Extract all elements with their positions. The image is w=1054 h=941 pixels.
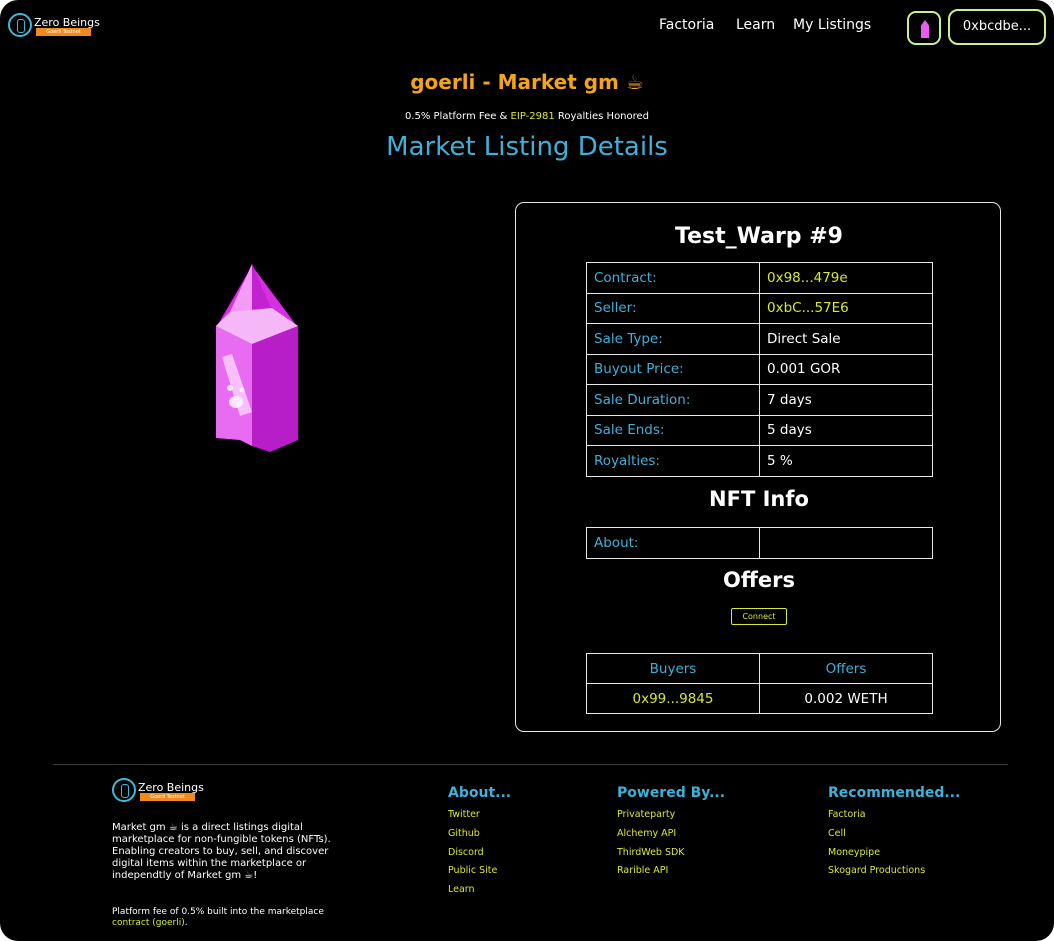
footer-link[interactable]: Cell xyxy=(828,828,960,847)
logo-icon xyxy=(8,13,32,37)
footer-link[interactable]: Learn xyxy=(448,884,511,903)
fee-line: 0.5% Platform Fee & EIP-2981 Royalties H… xyxy=(0,111,1054,122)
fee-text-prefix: Platform fee of 0.5% built into the mark… xyxy=(112,907,324,917)
detail-value: 0.001 GOR xyxy=(759,353,933,385)
logo-icon xyxy=(112,778,136,802)
detail-label: Buyout Price: xyxy=(586,353,760,385)
footer-col-recommended: Recommended... Factoria Cell Moneypipe S… xyxy=(828,785,960,884)
listing-card: Test_Warp #9 Contract: 0x98...479e Seller:… xyxy=(515,202,1001,732)
brand-tagline: Goerli Testnet xyxy=(36,28,91,36)
footer-about-text: Market gm ☕ is a direct listings digital… xyxy=(112,822,331,881)
detail-label: Sale Type: xyxy=(586,323,760,355)
about-label: About: xyxy=(586,527,760,559)
table-row: Royalties: 5 % xyxy=(586,445,933,477)
footer-col-title: About... xyxy=(448,785,512,801)
table-row: Sale Type: Direct Sale xyxy=(586,323,933,355)
footer-col-title: Recommended... xyxy=(828,785,961,801)
table-row: Sale Duration: 7 days xyxy=(586,384,933,416)
brand-tagline: Goerli Testnet xyxy=(140,793,195,801)
detail-label: Royalties: xyxy=(586,445,760,477)
nft-image xyxy=(215,262,299,452)
table-row: 0x99...9845 0.002 WETH xyxy=(586,683,933,714)
detail-label: Contract: xyxy=(586,262,760,294)
detail-value: Direct Sale xyxy=(759,323,933,355)
crystal-icon xyxy=(921,20,929,38)
col-header-offers: Offers xyxy=(759,653,933,684)
footer-link[interactable]: Github xyxy=(448,828,511,847)
brand-logo[interactable]: Zero Beings Goerli Testnet xyxy=(8,13,108,39)
detail-value: 7 days xyxy=(759,384,933,416)
detail-value: 5 days xyxy=(759,414,933,446)
fee-prefix: 0.5% Platform Fee & xyxy=(404,111,511,122)
listing-details-table: Contract: 0x98...479e Seller: 0xbC...57E6 Sa… xyxy=(586,262,933,477)
fee-suffix: Royalties Honored xyxy=(554,111,650,122)
fee-text-suffix: . xyxy=(184,918,188,928)
detail-value: 5 % xyxy=(759,445,933,477)
contract-link[interactable]: contract (goerli) xyxy=(112,918,185,928)
footer-link[interactable]: Public Site xyxy=(448,865,511,884)
nav-factoria[interactable]: Factoria xyxy=(659,17,714,33)
nft-info-table: About: xyxy=(586,527,933,559)
connect-button[interactable]: Connect xyxy=(731,608,787,625)
table-row: Buyout Price: 0.001 GOR xyxy=(586,353,933,385)
table-row: Contract: 0x98...479e xyxy=(586,262,933,294)
offer-amount: 0.002 WETH xyxy=(759,683,933,714)
detail-label: Sale Duration: xyxy=(586,384,760,416)
wallet-button[interactable]: 0xbcdbe... xyxy=(948,9,1046,45)
detail-value[interactable]: 0x98...479e xyxy=(759,262,933,294)
nav-learn[interactable]: Learn xyxy=(736,17,775,33)
footer-link[interactable]: Discord xyxy=(448,847,511,866)
nft-name: Test_Warp #9 xyxy=(675,224,843,249)
offers-title: Offers xyxy=(723,568,795,592)
footer-link[interactable]: Skogard Productions xyxy=(828,865,960,884)
footer-col-about: About... Twitter Github Discord Public S… xyxy=(448,785,511,903)
buyer-address[interactable]: 0x99...9845 xyxy=(586,683,760,714)
footer-fee-text: Platform fee of 0.5% built into the mark… xyxy=(112,907,340,929)
footer-logo[interactable]: Zero Beings Goerli Testnet xyxy=(112,778,222,804)
detail-label: Seller: xyxy=(586,292,760,324)
table-header-row: Buyers Offers xyxy=(586,653,933,684)
table-row: About: xyxy=(586,527,933,559)
app-frame: Zero Beings Goerli Testnet Factoria Lear… xyxy=(0,0,1054,941)
eip-link[interactable]: EIP-2981 xyxy=(511,111,555,122)
nav-my-listings[interactable]: My Listings xyxy=(793,17,871,33)
about-value xyxy=(759,527,933,559)
table-row: Sale Ends: 5 days xyxy=(586,414,933,446)
footer-col-powered-by: Powered By... Privateparty Alchemy API T… xyxy=(617,785,725,884)
footer-col-title: Powered By... xyxy=(617,785,726,801)
footer-link[interactable]: Privateparty xyxy=(617,809,725,828)
page-title: Market Listing Details xyxy=(386,132,668,162)
detail-value[interactable]: 0xbC...57E6 xyxy=(759,292,933,324)
footer-link[interactable]: Twitter xyxy=(448,809,511,828)
market-title: goerli - Market gm ☕ xyxy=(410,70,644,94)
footer-link[interactable]: Moneypipe xyxy=(828,847,960,866)
col-header-buyers: Buyers xyxy=(586,653,760,684)
crystal-button[interactable] xyxy=(907,11,941,45)
offers-table: Buyers Offers 0x99...9845 0.002 WETH xyxy=(586,653,933,714)
footer-link[interactable]: Alchemy API xyxy=(617,828,725,847)
footer-link[interactable]: Factoria xyxy=(828,809,960,828)
footer-link[interactable]: ThirdWeb SDK xyxy=(617,847,725,866)
table-row: Seller: 0xbC...57E6 xyxy=(586,292,933,324)
footer-link[interactable]: Rarible API xyxy=(617,865,725,884)
nft-info-title: NFT Info xyxy=(709,487,809,511)
detail-label: Sale Ends: xyxy=(586,414,760,446)
footer-divider xyxy=(53,764,1008,765)
